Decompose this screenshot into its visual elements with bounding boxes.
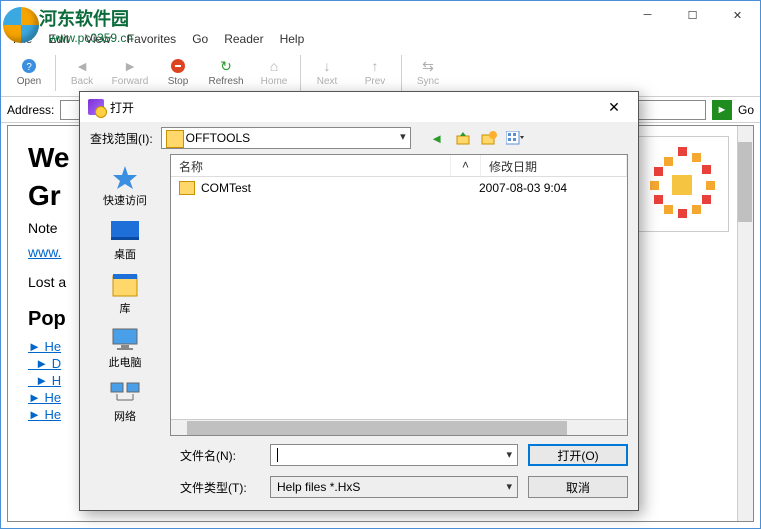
- sync-icon: ⇆: [420, 58, 436, 74]
- menu-bar: File Edit View Favorites Go Reader Help: [1, 29, 760, 49]
- toolbar-sep: [55, 55, 56, 91]
- toolbar-forward: ►Forward: [106, 51, 154, 95]
- forward-icon: ►: [122, 58, 138, 74]
- place-libraries[interactable]: 库: [85, 268, 165, 320]
- dialog-titlebar[interactable]: 打开 ✕: [80, 92, 638, 122]
- toolbar-refresh[interactable]: ↻Refresh: [202, 51, 250, 95]
- toolbar-sep: [401, 55, 402, 91]
- cancel-button[interactable]: 取消: [528, 476, 628, 498]
- file-date: 2007-08-03 9:04: [479, 181, 567, 195]
- menu-view[interactable]: View: [79, 30, 117, 48]
- file-name: COMTest: [201, 181, 479, 195]
- menu-favorites[interactable]: Favorites: [121, 30, 182, 48]
- filetype-combo[interactable]: Help files *.HxS: [270, 476, 518, 498]
- address-label: Address:: [7, 103, 54, 117]
- column-date[interactable]: 修改日期: [481, 155, 627, 176]
- maximize-button[interactable]: ☐: [670, 1, 715, 29]
- library-icon: [109, 272, 141, 298]
- prev-icon: ↑: [367, 58, 383, 74]
- open-file-dialog: 打开 ✕ 查找范围(I): OFFTOOLS ◄ 快速访问 桌: [79, 91, 639, 511]
- menu-edit[interactable]: Edit: [42, 30, 75, 48]
- note-text: Note: [28, 220, 58, 236]
- window-titlebar: ─ ☐ ✕: [1, 1, 760, 29]
- toolbar-home: ⌂Home: [250, 51, 298, 95]
- places-bar: 快速访问 桌面 库 此电脑 网络: [80, 154, 170, 436]
- back-icon: ◄: [74, 58, 90, 74]
- place-quickaccess[interactable]: 快速访问: [85, 160, 165, 212]
- pc-icon: [109, 326, 141, 352]
- column-name[interactable]: 名称: [171, 155, 451, 176]
- close-button[interactable]: ✕: [715, 1, 760, 29]
- www-link[interactable]: www.: [28, 244, 61, 260]
- toolbar-stop[interactable]: Stop: [154, 51, 202, 95]
- link-item[interactable]: He: [44, 339, 61, 354]
- link-item[interactable]: H: [52, 373, 61, 388]
- desktop-icon: [109, 218, 141, 244]
- look-in-row: 查找范围(I): OFFTOOLS ◄: [80, 122, 638, 154]
- place-desktop[interactable]: 桌面: [85, 214, 165, 266]
- scrollbar-thumb[interactable]: [187, 421, 567, 435]
- look-in-combo[interactable]: OFFTOOLS: [161, 127, 411, 149]
- filename-label: 文件名(N):: [180, 447, 260, 464]
- place-thispc[interactable]: 此电脑: [85, 322, 165, 374]
- link-item[interactable]: He: [44, 407, 61, 422]
- toolbar-back: ◄Back: [58, 51, 106, 95]
- look-in-label: 查找范围(I):: [90, 130, 153, 147]
- stop-icon: [170, 58, 186, 74]
- filetype-label: 文件类型(T):: [180, 479, 260, 496]
- star-icon: [109, 164, 141, 190]
- dialog-icon: [88, 99, 104, 115]
- dialog-close-button[interactable]: ✕: [598, 99, 630, 116]
- nav-up-icon[interactable]: [453, 128, 473, 148]
- open-icon: ?: [21, 58, 37, 74]
- toolbar-prev: ↑Prev: [351, 51, 399, 95]
- next-icon: ↓: [319, 58, 335, 74]
- folder-icon: [179, 181, 195, 195]
- decorative-image: [633, 136, 729, 232]
- minimize-button[interactable]: ─: [625, 1, 670, 29]
- lost-text: Lost a: [28, 274, 66, 290]
- home-icon: ⌂: [266, 58, 282, 74]
- filename-input[interactable]: [270, 444, 518, 466]
- nav-back-icon[interactable]: ◄: [427, 128, 447, 148]
- nav-newfolder-icon[interactable]: [479, 128, 499, 148]
- horizontal-scrollbar[interactable]: [171, 419, 627, 435]
- toolbar-next: ↓Next: [303, 51, 351, 95]
- menu-help[interactable]: Help: [274, 30, 311, 48]
- nav-views-icon[interactable]: [505, 128, 525, 148]
- place-network[interactable]: 网络: [85, 376, 165, 428]
- link-item[interactable]: D: [52, 356, 61, 371]
- go-label: Go: [738, 103, 754, 117]
- open-button[interactable]: 打开(O): [528, 444, 628, 466]
- toolbar-sep: [300, 55, 301, 91]
- network-icon: [109, 380, 141, 406]
- file-row[interactable]: COMTest 2007-08-03 9:04: [171, 177, 627, 199]
- file-list-area[interactable]: 名称 ˄ 修改日期 COMTest 2007-08-03 9:04: [170, 154, 628, 436]
- link-item[interactable]: He: [44, 390, 61, 405]
- go-button[interactable]: ►: [712, 100, 732, 120]
- menu-go[interactable]: Go: [186, 30, 214, 48]
- column-sort-icon: ˄: [451, 155, 481, 176]
- toolbar-open[interactable]: ? Open: [5, 51, 53, 95]
- dialog-title: 打开: [110, 99, 592, 116]
- menu-reader[interactable]: Reader: [218, 30, 269, 48]
- refresh-icon: ↻: [218, 58, 234, 74]
- menu-file[interactable]: File: [7, 30, 38, 48]
- toolbar: ? Open ◄Back ►Forward Stop ↻Refresh ⌂Hom…: [1, 49, 760, 97]
- svg-text:?: ?: [26, 62, 32, 73]
- toolbar-sync: ⇆Sync: [404, 51, 452, 95]
- file-list-header[interactable]: 名称 ˄ 修改日期: [171, 155, 627, 177]
